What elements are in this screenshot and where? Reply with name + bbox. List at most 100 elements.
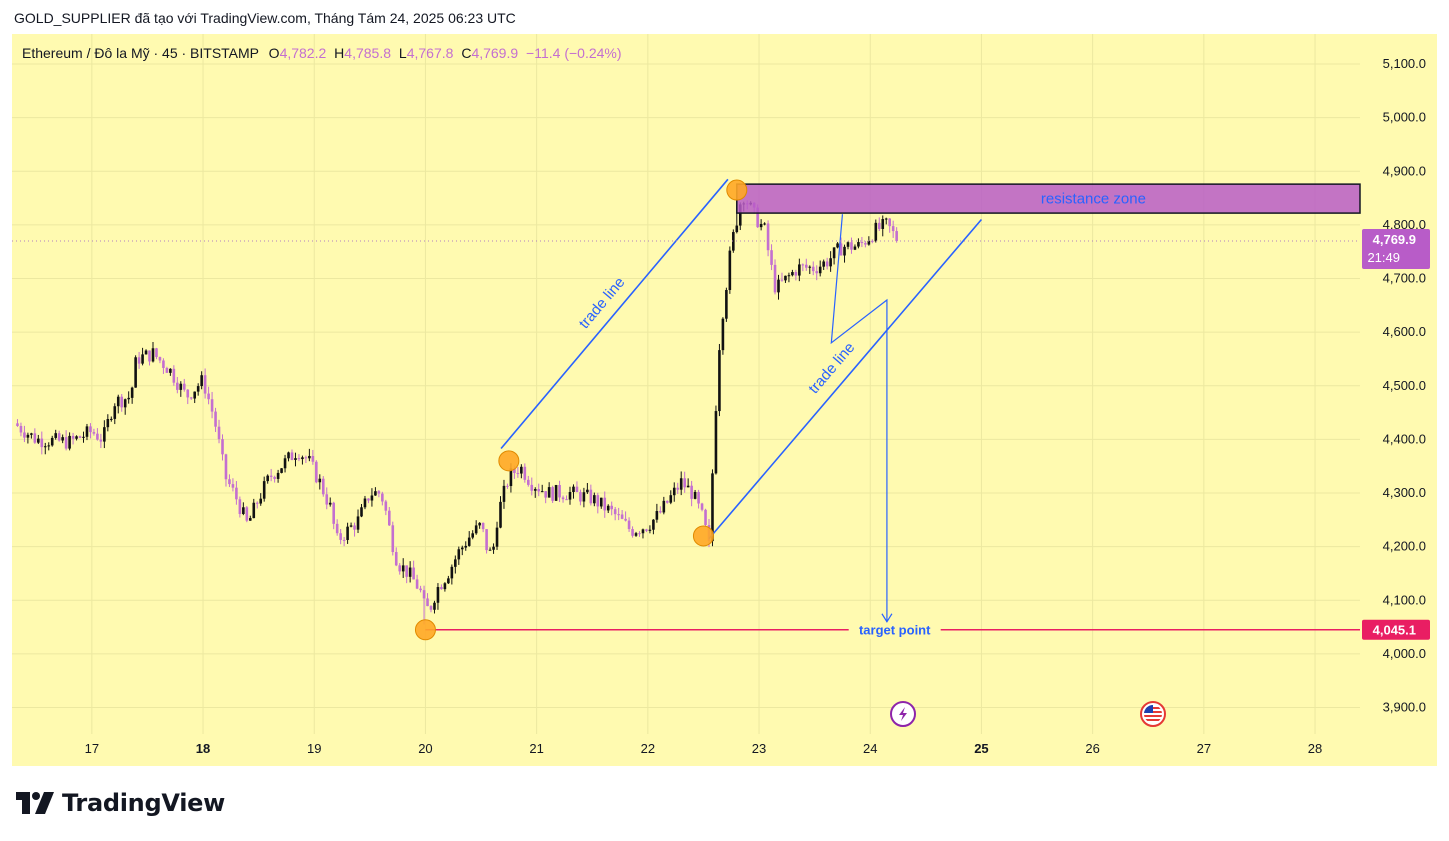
candle-body xyxy=(47,445,51,447)
candle-body xyxy=(596,495,600,507)
candle-body xyxy=(648,529,652,531)
candle-body xyxy=(759,223,763,228)
bar-countdown: 21:49 xyxy=(1367,250,1400,265)
candle-body xyxy=(832,247,836,259)
candle-body xyxy=(808,266,812,268)
tradingview-brand[interactable]: TradingView xyxy=(16,788,225,818)
candle-body xyxy=(471,533,474,538)
candle-body xyxy=(308,455,311,459)
candle-body xyxy=(467,537,471,546)
candle-body xyxy=(123,399,127,408)
candle-body xyxy=(547,487,551,498)
candle-body xyxy=(613,509,617,515)
candle-body xyxy=(794,272,798,276)
candle-body xyxy=(659,511,662,513)
candle-body xyxy=(381,493,384,502)
current-price-badge[interactable]: 4,769.9 21:49 xyxy=(1362,229,1430,270)
candle-body xyxy=(16,423,19,426)
candle-body xyxy=(672,487,676,496)
candle-body xyxy=(561,497,565,500)
candle-body xyxy=(259,498,263,504)
candle-body xyxy=(207,393,210,400)
candle-body xyxy=(693,491,697,499)
candle-body xyxy=(617,514,620,516)
price-axis[interactable]: 3,900.0 4,000.0 4,100.0 4,200.0 4,300.0 4,400… xyxy=(1362,56,1430,715)
candle-body xyxy=(176,382,179,390)
candle-body xyxy=(725,289,728,319)
chart-frame[interactable]: resistance zone target point trade line tra… xyxy=(12,34,1437,766)
candle-body xyxy=(624,518,627,521)
candle-body xyxy=(690,485,693,499)
candle-body xyxy=(634,533,638,536)
event-icons[interactable] xyxy=(890,701,1166,727)
candle-body xyxy=(401,565,405,572)
trade-line-1-label: trade line xyxy=(576,274,629,332)
candle-body xyxy=(151,348,155,362)
current-price-value: 4,769.9 xyxy=(1373,232,1416,247)
candle-body xyxy=(474,525,478,534)
candle-body xyxy=(169,368,172,373)
projection-path[interactable] xyxy=(830,214,888,622)
candle-body xyxy=(440,587,443,590)
candle-body xyxy=(638,533,641,535)
swing-point-marker[interactable] xyxy=(498,450,520,472)
candle-body xyxy=(325,494,329,505)
us-flag-icon[interactable] xyxy=(1140,701,1166,727)
candle-body xyxy=(627,520,631,530)
lightning-icon[interactable] xyxy=(890,701,916,727)
candle-body xyxy=(130,387,134,398)
trade-line-1[interactable] xyxy=(500,178,729,450)
price-tick-label: 4,200.0 xyxy=(1383,539,1426,554)
swing-point-marker[interactable] xyxy=(726,179,748,201)
candle-body xyxy=(315,461,318,483)
swing-point-marker[interactable] xyxy=(414,619,436,641)
candle-body xyxy=(895,231,898,242)
candle-body xyxy=(367,498,370,501)
candle-body xyxy=(426,598,429,607)
candle-body xyxy=(575,486,579,493)
candle-body xyxy=(829,258,832,267)
price-tick-label: 4,700.0 xyxy=(1383,271,1426,286)
price-chart[interactable]: resistance zone target point trade line tra… xyxy=(12,34,1437,766)
candle-body xyxy=(818,266,822,274)
trade-line-2[interactable] xyxy=(708,219,983,540)
candle-body xyxy=(297,458,301,460)
candle-body xyxy=(23,432,26,438)
price-tick-label: 4,000.0 xyxy=(1383,646,1426,661)
candle-body xyxy=(99,439,103,442)
candle-body xyxy=(825,261,829,267)
candle-body xyxy=(342,539,346,541)
candle-body xyxy=(203,375,207,394)
time-axis[interactable]: 17 18 19 20 21 22 23 24 25 26 27 28 xyxy=(85,741,1323,756)
legend-close-label: C xyxy=(461,45,472,61)
candle-body xyxy=(388,510,391,526)
candle-body xyxy=(735,225,739,233)
legend-low-value: 4,767.8 xyxy=(406,45,454,61)
chart-header-title: GOLD_SUPPLIER đã tạo với TradingView.com… xyxy=(14,10,516,26)
candle-body xyxy=(33,433,37,443)
candle-body xyxy=(408,567,412,577)
candle-body xyxy=(82,436,85,438)
legend-change: −11.4 (−0.24%) xyxy=(526,45,622,61)
candle-body xyxy=(37,438,40,443)
candle-body xyxy=(318,478,322,483)
swing-point-marker[interactable] xyxy=(692,525,714,547)
time-tick-label: 28 xyxy=(1308,741,1322,756)
candle-body xyxy=(363,498,367,508)
time-tick-label: 26 xyxy=(1085,741,1099,756)
candle-body xyxy=(92,432,96,434)
candle-body xyxy=(641,529,645,534)
candle-body xyxy=(766,223,770,251)
candle-body xyxy=(652,519,655,530)
target-price-badge[interactable]: 4,045.1 xyxy=(1362,619,1430,640)
candle-body xyxy=(881,219,885,229)
time-tick-label: 19 xyxy=(307,741,321,756)
candle-body xyxy=(516,472,520,474)
price-tick-label: 4,900.0 xyxy=(1383,163,1426,178)
candle-body xyxy=(683,478,686,488)
tradingview-logo-icon xyxy=(16,792,54,814)
candle-body xyxy=(763,223,766,225)
candle-body xyxy=(116,396,120,407)
candle-body xyxy=(554,485,558,501)
candle-body xyxy=(728,250,732,290)
